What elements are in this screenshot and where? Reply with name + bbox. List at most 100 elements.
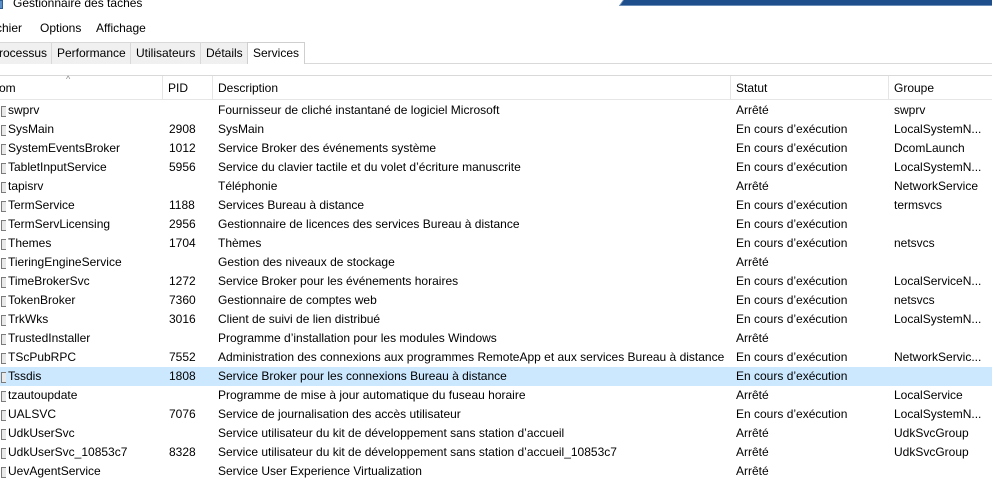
service-name-cell: tapisrv	[8, 179, 44, 193]
table-row[interactable]: tapisrv Téléphonie Arrêté NetworkService	[0, 177, 992, 196]
service-group-cell	[889, 253, 992, 272]
service-group-cell: DcomLaunch	[894, 141, 965, 155]
service-name-cell: UevAgentService	[8, 464, 101, 478]
service-description-cell: Service de journalisation des accès util…	[218, 407, 461, 421]
column-header-status[interactable]: Statut	[731, 76, 889, 100]
menu-bar: chier Options Affichage	[0, 19, 992, 39]
service-pid-cell: 1808	[169, 369, 196, 383]
service-pid-cell: 7076	[169, 407, 196, 421]
service-group-cell: netsvcs	[894, 236, 935, 250]
service-name-cell: swprv	[8, 103, 40, 117]
service-status-cell: En cours d’exécution	[736, 198, 848, 212]
service-status-cell: En cours d’exécution	[736, 160, 848, 174]
service-group-cell: UdkSvcGroup	[894, 445, 969, 459]
window-accent-strip	[618, 0, 992, 6]
service-pid-cell	[164, 424, 214, 443]
service-status-cell: En cours d’exécution	[736, 369, 848, 383]
menu-fichier[interactable]: chier	[0, 21, 22, 35]
service-description-cell: Services Bureau à distance	[218, 198, 365, 212]
window-title: Gestionnaire des tâches	[13, 0, 143, 10]
service-status-cell: En cours d’exécution	[736, 141, 848, 155]
service-description-cell: Administration des connexions aux progra…	[218, 350, 725, 364]
service-group-cell: netsvcs	[894, 293, 935, 307]
service-group-cell: LocalService	[894, 388, 963, 402]
column-header-description[interactable]: Description	[213, 76, 731, 100]
service-group-cell	[889, 462, 992, 481]
service-status-cell: Arrêté	[736, 426, 769, 440]
service-name-cell: TermServLicensing	[8, 217, 111, 231]
service-name-cell: TokenBroker	[8, 293, 76, 307]
service-description-cell: Gestion des niveaux de stockage	[218, 255, 395, 269]
table-row[interactable]: Tssdis 1808 Service Broker pour les connex…	[0, 367, 992, 386]
service-group-cell: UdkSvcGroup	[894, 426, 969, 440]
service-pid-cell: 1704	[169, 236, 196, 250]
service-group-cell: swprv	[894, 103, 926, 117]
table-row[interactable]: TokenBroker 7360 Gestionnaire de comptes w…	[0, 291, 992, 310]
tab-performance[interactable]: Performance	[51, 42, 132, 64]
service-status-cell: Arrêté	[736, 388, 769, 402]
menu-affichage[interactable]: Affichage	[96, 21, 146, 35]
service-status-cell: Arrêté	[736, 103, 769, 117]
service-description-cell: Service Broker pour les connexions Burea…	[218, 369, 507, 383]
service-name-cell: TermService	[8, 198, 75, 212]
column-header-group[interactable]: Groupe	[889, 76, 992, 100]
service-pid-cell: 1012	[169, 141, 196, 155]
service-status-cell: En cours d’exécution	[736, 350, 848, 364]
service-pid-cell	[164, 177, 214, 196]
service-status-cell: En cours d’exécution	[736, 274, 848, 288]
column-header-name[interactable]: om	[0, 76, 163, 100]
service-group-cell: NetworkServic...	[894, 350, 982, 364]
table-row[interactable]: TieringEngineService Gestion des niveaux …	[0, 253, 992, 272]
service-pid-cell: 1188	[169, 198, 195, 212]
table-row[interactable]: SysMain 2908 SysMain En cours d’exécution Lo…	[0, 120, 992, 139]
tab-details[interactable]: Détails	[200, 42, 249, 64]
table-row[interactable]: TrkWks 3016 Client de suivi de lien distri…	[0, 310, 992, 329]
service-pid-cell: 2956	[169, 217, 196, 231]
service-description-cell: Service User Experience Virtualization	[218, 464, 422, 478]
table-row[interactable]: TScPubRPC 7552 Administration des connexio…	[0, 348, 992, 367]
table-row[interactable]: TermServLicensing 2956 Gestionnaire de lic…	[0, 215, 992, 234]
service-name-cell: tzautoupdate	[8, 388, 78, 402]
service-description-cell: Fournisseur de cliché instantané de logi…	[218, 103, 500, 117]
service-description-cell: Service utilisateur du kit de développem…	[218, 426, 565, 440]
service-status-cell: En cours d’exécution	[736, 293, 848, 307]
tab-processus[interactable]: rocessus	[0, 42, 54, 64]
service-description-cell: Téléphonie	[218, 179, 278, 193]
tab-utilisateurs[interactable]: Utilisateurs	[130, 42, 202, 64]
table-row[interactable]: UevAgentService Service User Experience V…	[0, 462, 992, 481]
table-row[interactable]: tzautoupdate Programme de mise à jour aut…	[0, 386, 992, 405]
table-row[interactable]: UdkUserSvc_10853c7 8328 Service utilisateu…	[0, 443, 992, 462]
table-row[interactable]: TermService 1188 Services Bureau à distanc…	[0, 196, 992, 215]
service-pid-cell	[164, 253, 214, 272]
table-row[interactable]: TimeBrokerSvc 1272 Service Broker pour les…	[0, 272, 992, 291]
table-row[interactable]: TabletInputService 5956 Service du clavier…	[0, 158, 992, 177]
service-name-cell: TabletInputService	[8, 160, 107, 174]
menu-options[interactable]: Options	[40, 21, 81, 35]
service-description-cell: Client de suivi de lien distribué	[218, 312, 381, 326]
table-row[interactable]: swprv Fournisseur de cliché instantané de…	[0, 101, 992, 120]
service-group-cell: NetworkService	[894, 179, 979, 193]
table-row[interactable]: SystemEventsBroker 1012 Service Broker des…	[0, 139, 992, 158]
service-name-cell: TScPubRPC	[8, 350, 77, 364]
service-group-cell	[889, 367, 992, 386]
table-row[interactable]: Themes 1704 Thèmes En cours d’exécution nets…	[0, 234, 992, 253]
service-name-cell: Themes	[8, 236, 52, 250]
service-name-cell: Tssdis	[8, 369, 42, 383]
service-status-cell: En cours d’exécution	[736, 236, 848, 250]
service-status-cell: En cours d’exécution	[736, 122, 848, 136]
table-row[interactable]: UdkUserSvc Service utilisateur du kit de …	[0, 424, 992, 443]
table-row[interactable]: UALSVC 7076 Service de journalisation des …	[0, 405, 992, 424]
service-status-cell: Arrêté	[736, 331, 769, 345]
table-row[interactable]: TrustedInstaller Programme d’installation…	[0, 329, 992, 348]
service-status-cell: Arrêté	[736, 255, 769, 269]
service-status-cell: Arrêté	[736, 464, 769, 478]
service-name-cell: TimeBrokerSvc	[8, 274, 90, 288]
service-description-cell: Programme de mise à jour automatique du …	[218, 388, 526, 402]
services-list: swprv Fournisseur de cliché instantané de…	[0, 101, 992, 481]
tab-services[interactable]: Services	[247, 42, 306, 65]
service-name-cell: UALSVC	[8, 407, 57, 421]
column-header-pid[interactable]: PID	[163, 76, 213, 100]
title-bar: Gestionnaire des tâches	[0, 0, 992, 14]
service-name-cell: UdkUserSvc_10853c7	[8, 445, 128, 459]
service-pid-cell: 8328	[169, 445, 196, 459]
